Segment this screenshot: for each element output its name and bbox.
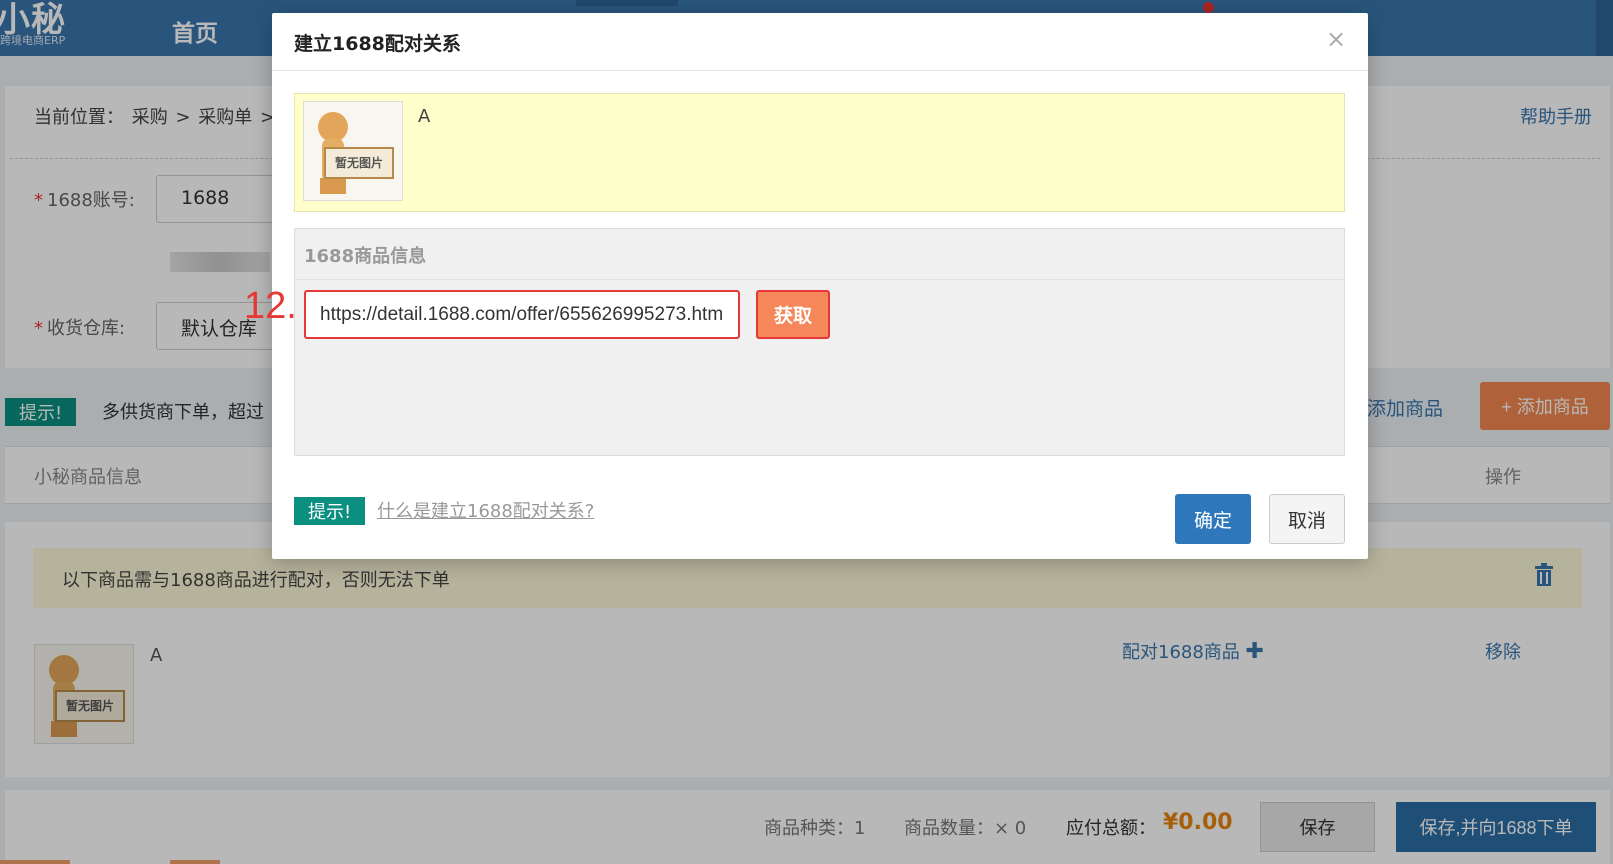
product-preview <box>294 93 1345 212</box>
fetch-button[interactable]: 获取 <box>756 290 830 339</box>
pair-modal: 建立1688配对关系 × 暂无图片 A 1688商品信息 获取 提示! 什么是建… <box>272 13 1368 559</box>
divider <box>272 70 1368 71</box>
help-pair-link[interactable]: 什么是建立1688配对关系? <box>377 497 594 523</box>
1688-info-title: 1688商品信息 <box>304 246 427 267</box>
step-annotation: 12. <box>244 285 297 327</box>
close-icon[interactable]: × <box>1326 25 1346 53</box>
product-name: A <box>418 106 431 127</box>
1688-info-box: 1688商品信息 <box>294 228 1345 456</box>
cancel-button[interactable]: 取消 <box>1269 494 1345 544</box>
confirm-button[interactable]: 确定 <box>1175 494 1251 544</box>
modal-title: 建立1688配对关系 <box>294 33 461 55</box>
no-image-label: 暂无图片 <box>324 147 394 179</box>
tip-badge: 提示! <box>294 497 366 525</box>
product-thumbnail: 暂无图片 <box>303 101 403 201</box>
1688-url-input[interactable] <box>304 290 740 339</box>
